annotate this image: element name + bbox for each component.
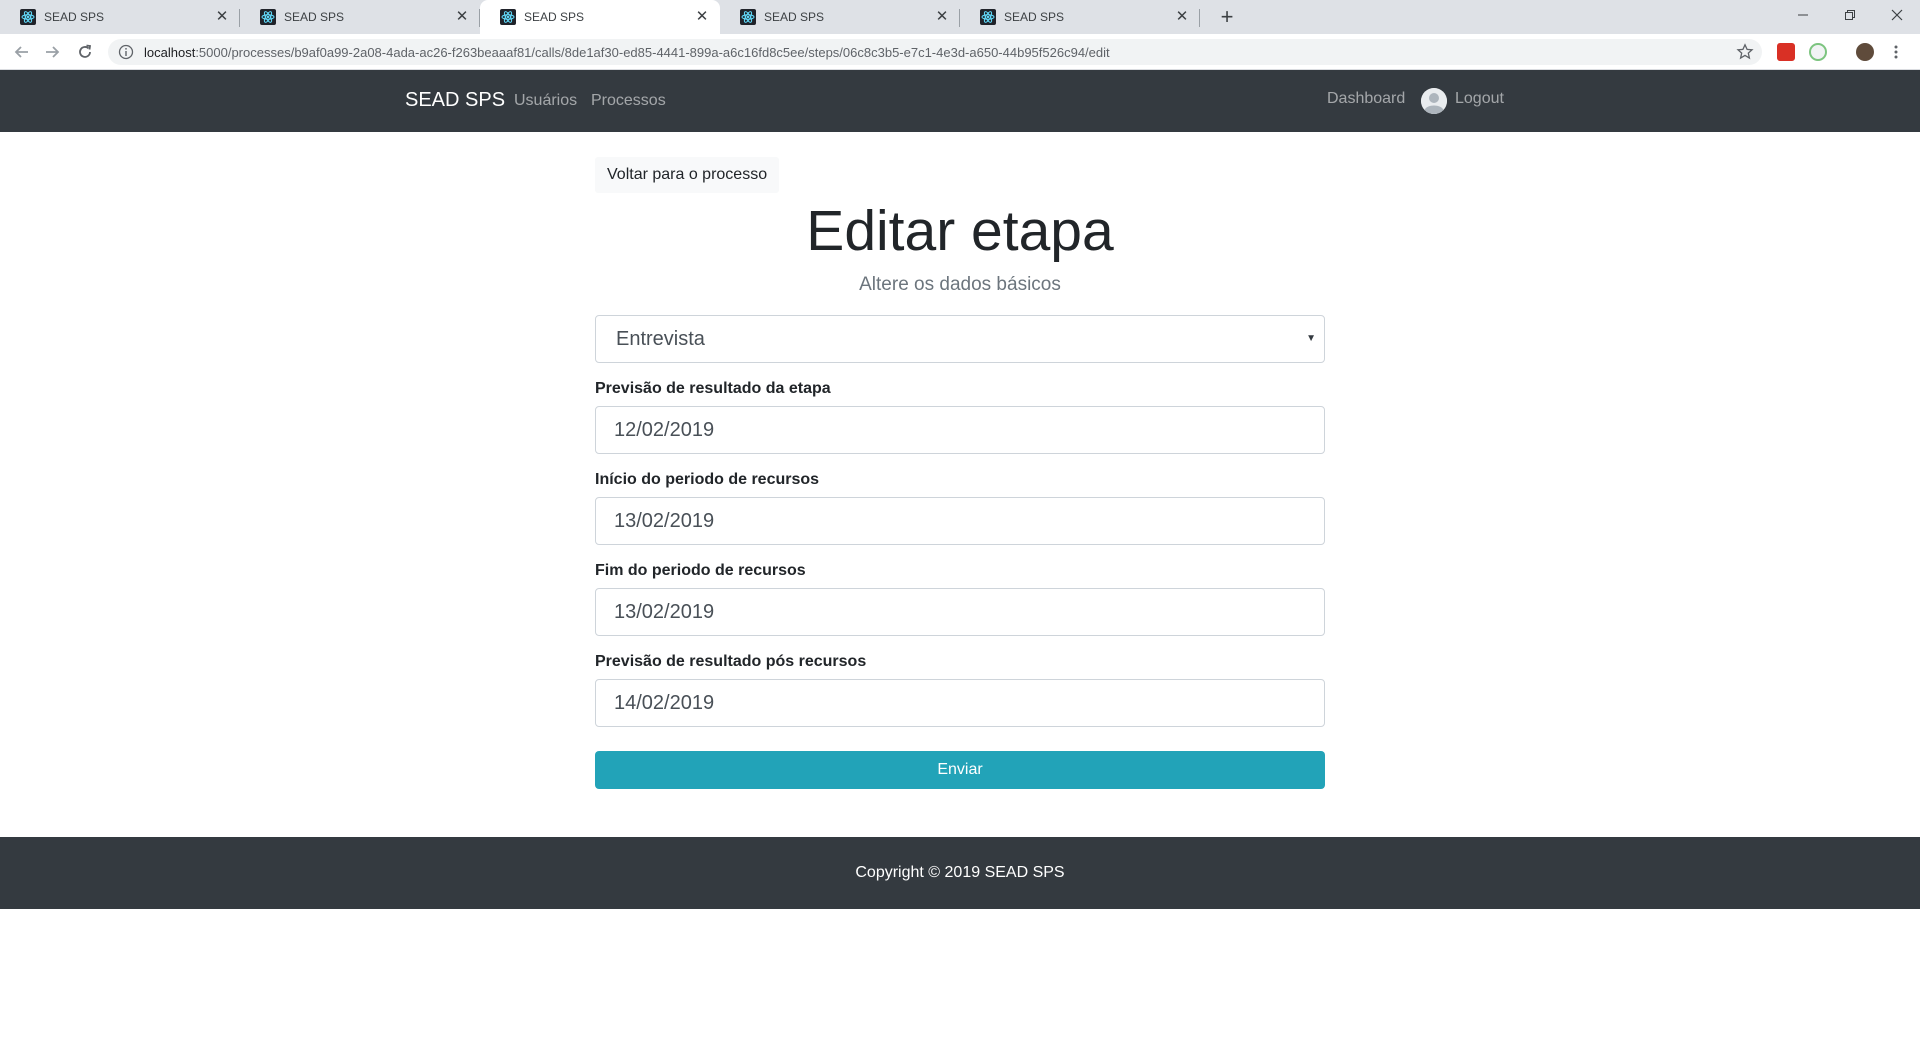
arrow-left-icon bbox=[14, 46, 28, 58]
result-forecast-date-input[interactable]: 12/02/2019 bbox=[595, 406, 1325, 454]
tab-title: SEAD SPS bbox=[44, 10, 105, 24]
browser-tab[interactable]: SEAD SPS ✕ bbox=[960, 0, 1200, 34]
nav-link-usuarios[interactable]: Usuários bbox=[514, 92, 577, 110]
tab-title: SEAD SPS bbox=[284, 10, 345, 24]
reload-icon bbox=[79, 44, 92, 58]
react-atom-icon bbox=[500, 9, 516, 25]
close-window-button[interactable] bbox=[1874, 0, 1920, 30]
navbar-brand[interactable]: SEAD SPS bbox=[405, 89, 505, 112]
close-icon[interactable]: ✕ bbox=[934, 9, 950, 25]
appeal-start-date-input[interactable]: 13/02/2019 bbox=[595, 497, 1325, 545]
browser-tabstrip: SEAD SPS ✕ SEAD SPS ✕ SEAD SPS ✕ SEAD SP… bbox=[0, 0, 1920, 34]
field-label-appeal-start: Início do periodo de recursos bbox=[595, 471, 820, 488]
appeal-end-date-input[interactable]: 13/02/2019 bbox=[595, 588, 1325, 636]
extension-icon[interactable] bbox=[1809, 43, 1827, 61]
browser-tab[interactable]: SEAD SPS ✕ bbox=[720, 0, 960, 34]
app-navbar: SEAD SPS Usuários Processos Dashboard Lo… bbox=[0, 70, 1920, 132]
post-appeal-forecast-date-input[interactable]: 14/02/2019 bbox=[595, 679, 1325, 727]
browser-tab[interactable]: SEAD SPS ✕ bbox=[0, 0, 240, 34]
page-subtitle: Altere os dados básicos bbox=[859, 274, 1061, 295]
reload-button[interactable] bbox=[73, 40, 97, 64]
close-icon[interactable]: ✕ bbox=[694, 9, 710, 25]
nav-link-logout[interactable]: Logout bbox=[1455, 90, 1504, 108]
kebab-menu-icon[interactable] bbox=[1890, 43, 1902, 61]
close-icon[interactable]: ✕ bbox=[454, 9, 470, 25]
browser-tab[interactable]: SEAD SPS ✕ bbox=[240, 0, 480, 34]
caret-down-icon: ▼ bbox=[1306, 333, 1316, 344]
react-atom-icon bbox=[740, 9, 756, 25]
page-title: Editar etapa bbox=[806, 199, 1114, 263]
browser-tab-active[interactable]: SEAD SPS ✕ bbox=[480, 0, 720, 34]
profile-avatar-icon[interactable] bbox=[1856, 43, 1874, 61]
back-button[interactable] bbox=[10, 40, 34, 64]
browser-toolbar: localhost:5000/processes/b9af0a99-2a08-4… bbox=[0, 34, 1920, 70]
close-icon[interactable]: ✕ bbox=[214, 9, 230, 25]
field-label-post-appeal-forecast: Previsão de resultado pós recursos bbox=[595, 653, 867, 670]
step-type-select[interactable]: Entrevista ▼ bbox=[595, 315, 1325, 363]
field-label-result-forecast: Previsão de resultado da etapa bbox=[595, 380, 831, 397]
minimize-window-button[interactable] bbox=[1780, 0, 1826, 30]
close-icon bbox=[1891, 9, 1903, 21]
user-avatar-icon bbox=[1421, 88, 1447, 114]
react-atom-icon bbox=[260, 9, 276, 25]
step-type-value: Entrevista bbox=[616, 328, 705, 350]
restore-window-button[interactable] bbox=[1827, 0, 1873, 30]
tab-title: SEAD SPS bbox=[524, 10, 585, 24]
new-tab-button[interactable]: + bbox=[1214, 4, 1240, 30]
extension-icon[interactable] bbox=[1777, 43, 1795, 61]
star-icon[interactable] bbox=[1736, 43, 1754, 61]
url-host: localhost bbox=[144, 44, 196, 60]
info-icon[interactable] bbox=[118, 44, 134, 60]
nav-link-processos[interactable]: Processos bbox=[591, 92, 666, 110]
tab-title: SEAD SPS bbox=[764, 10, 825, 24]
close-icon[interactable]: ✕ bbox=[1174, 9, 1190, 25]
tab-separator bbox=[1199, 9, 1200, 27]
back-to-process-button[interactable]: Voltar para o processo bbox=[595, 157, 780, 193]
tab-title: SEAD SPS bbox=[1004, 10, 1065, 24]
url-path: :5000/processes/b9af0a99-2a08-4ada-ac26-… bbox=[195, 44, 1110, 60]
react-atom-icon bbox=[20, 9, 36, 25]
field-label-appeal-end: Fim do periodo de recursos bbox=[595, 562, 806, 579]
nav-link-dashboard[interactable]: Dashboard bbox=[1327, 90, 1405, 108]
copyright-text: Copyright © 2019 SEAD SPS bbox=[855, 864, 1065, 881]
react-atom-icon bbox=[980, 9, 996, 25]
page-footer: Copyright © 2019 SEAD SPS bbox=[0, 837, 1920, 909]
minimize-icon bbox=[1798, 14, 1808, 16]
address-bar[interactable]: localhost:5000/processes/b9af0a99-2a08-4… bbox=[108, 39, 1762, 65]
submit-button[interactable]: Enviar bbox=[595, 751, 1325, 789]
restore-icon bbox=[1845, 10, 1855, 20]
arrow-right-icon bbox=[46, 46, 60, 58]
forward-button[interactable] bbox=[40, 40, 64, 64]
